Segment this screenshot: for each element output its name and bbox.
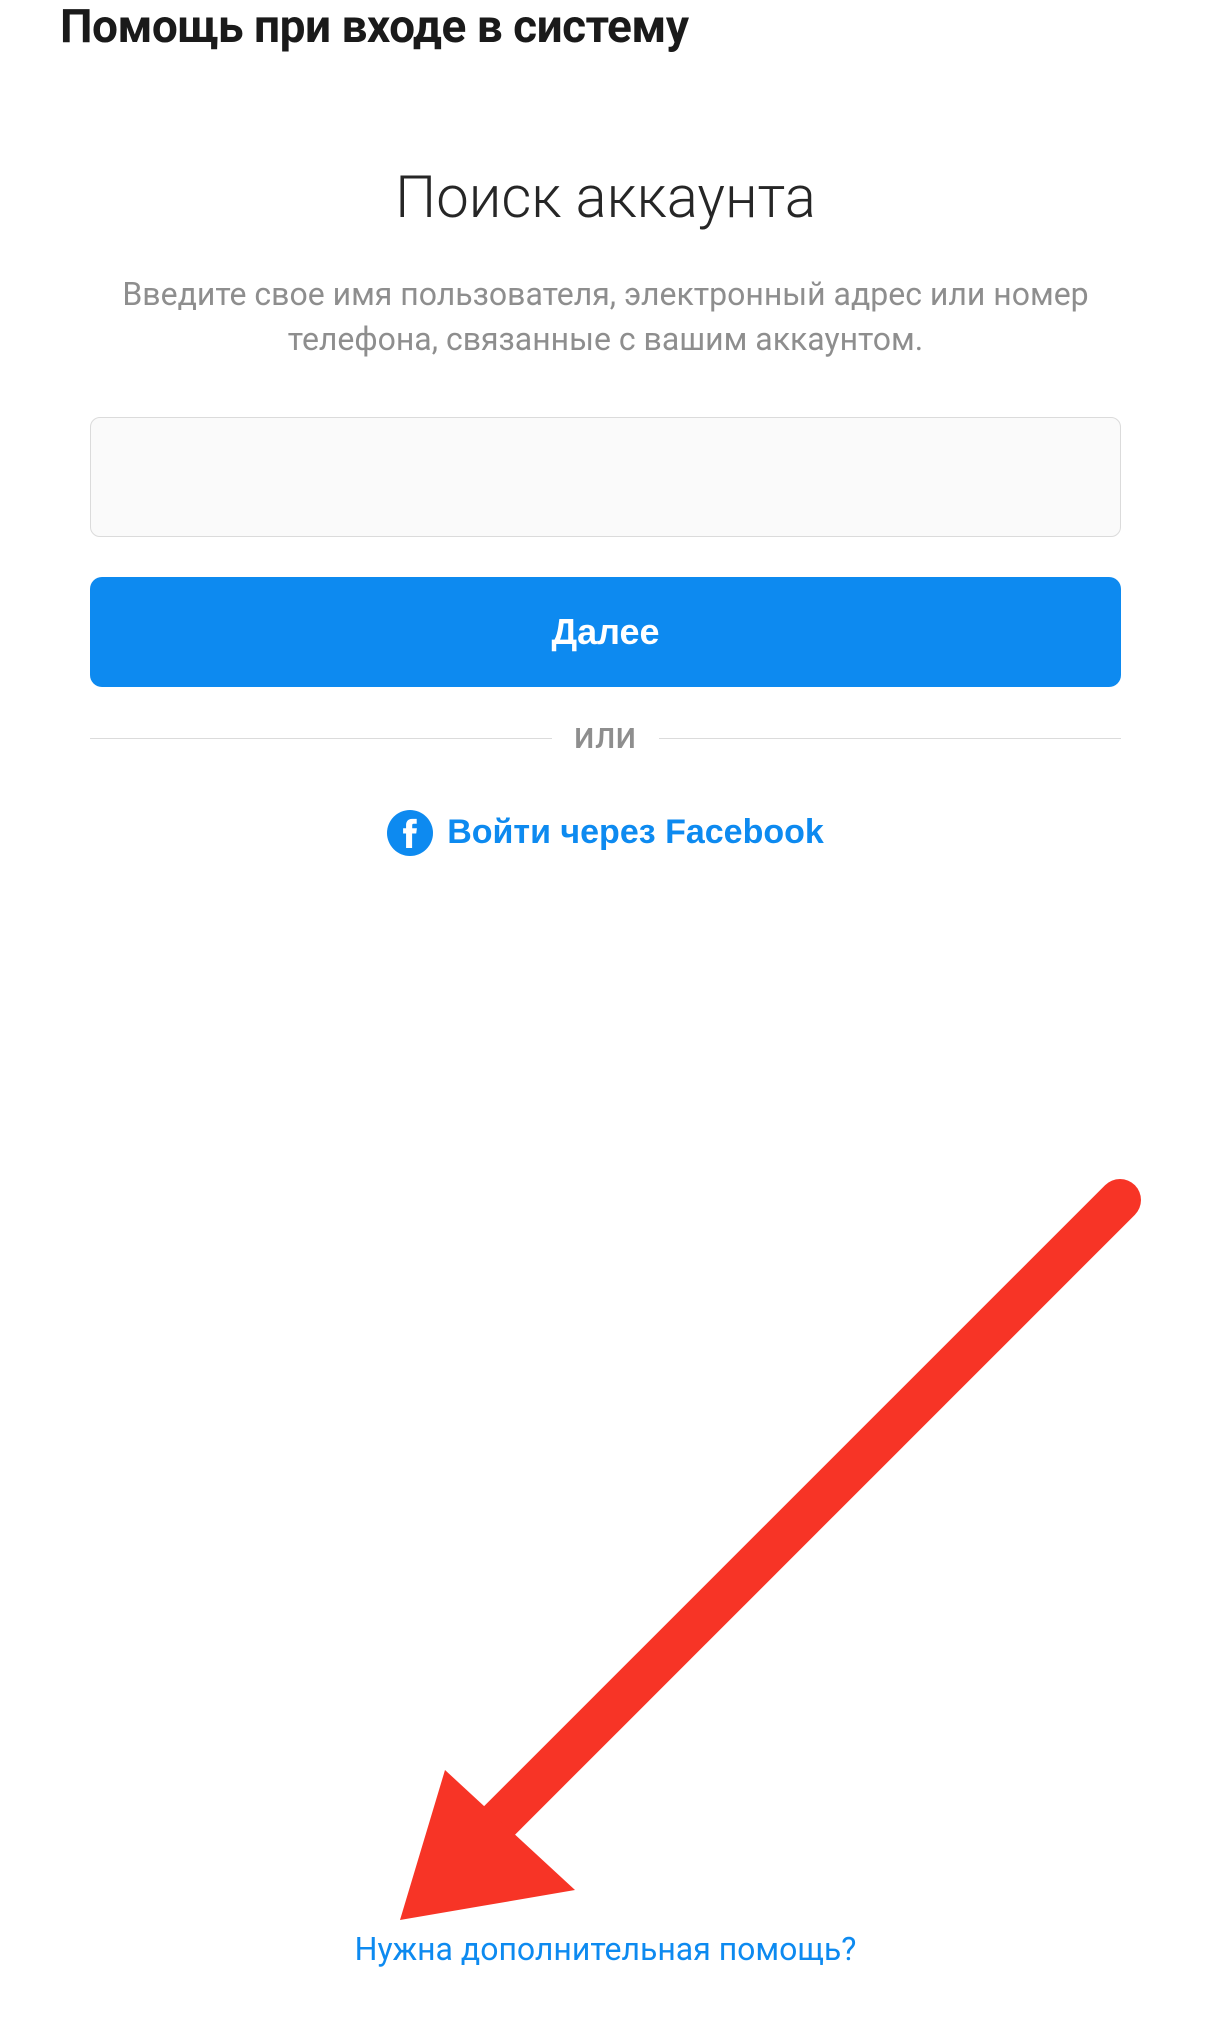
divider-text: ИЛИ xyxy=(574,722,636,755)
next-button[interactable]: Далее xyxy=(90,577,1121,687)
facebook-login-label: Войти через Facebook xyxy=(447,813,824,852)
more-help-link[interactable]: Нужна дополнительная помощь? xyxy=(0,1930,1211,1968)
page-title: Помощь при входе в систему xyxy=(0,0,1211,54)
divider-line-right xyxy=(659,738,1121,739)
divider-line-left xyxy=(90,738,552,739)
card-title: Поиск аккаунта xyxy=(395,164,816,232)
facebook-icon xyxy=(387,810,433,856)
find-account-card: Поиск аккаунта Введите свое имя пользова… xyxy=(90,164,1121,856)
facebook-login-button[interactable]: Войти через Facebook xyxy=(387,810,824,856)
divider: ИЛИ xyxy=(90,722,1121,755)
account-input[interactable] xyxy=(90,417,1121,537)
arrow-annotation xyxy=(350,1170,1150,1970)
card-subtitle: Введите свое имя пользователя, электронн… xyxy=(90,272,1121,362)
